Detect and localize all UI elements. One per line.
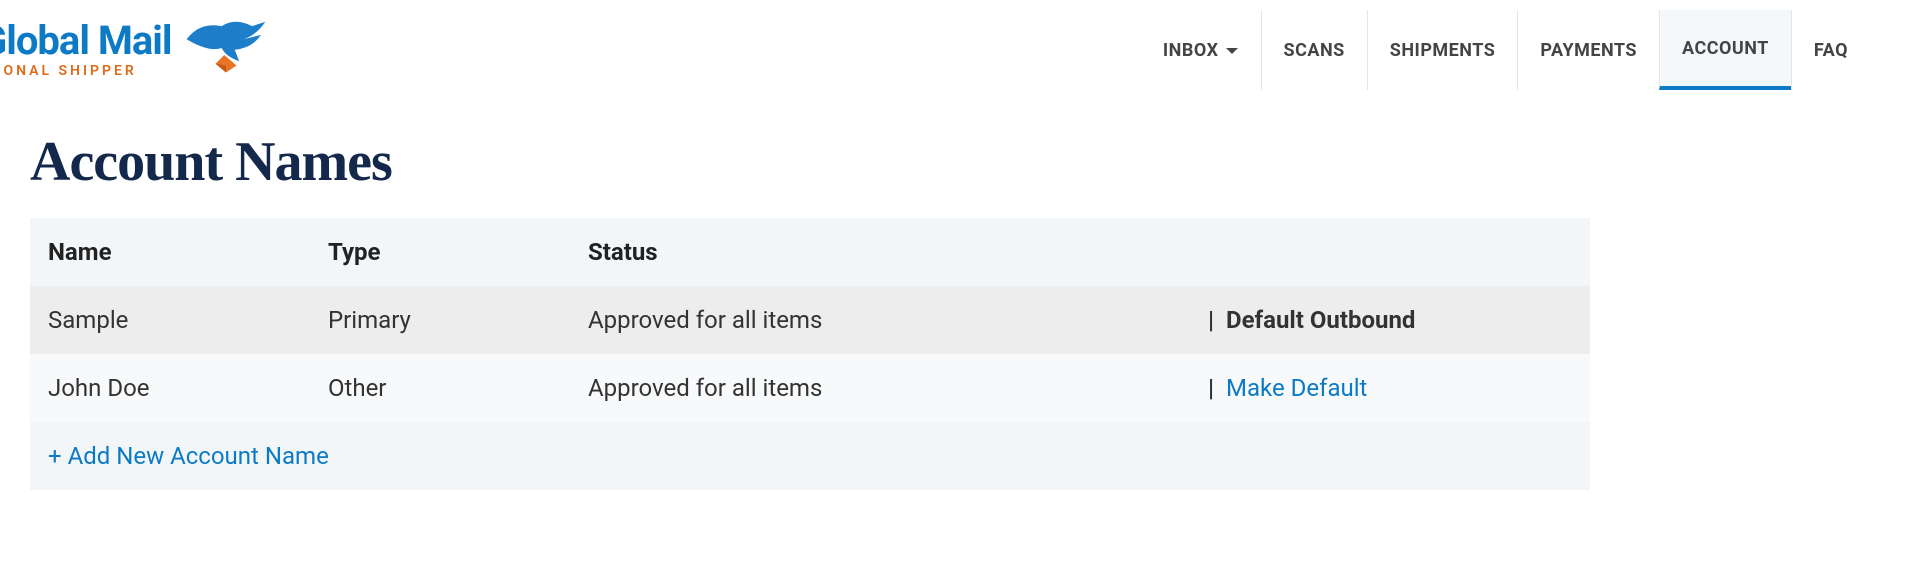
table-row: Sample Primary Approved for all items | … (30, 286, 1590, 354)
add-account-name-link[interactable]: + Add New Account Name (48, 442, 329, 470)
nav-account[interactable]: ACCOUNT (1659, 10, 1791, 90)
table-header-row: Name Type Status (30, 218, 1590, 286)
main-nav: INBOX SCANS SHIPMENTS PAYMENTS ACCOUNT F… (1141, 10, 1870, 90)
brand-name: Global Mail (0, 21, 171, 61)
page-title: Account Names (30, 130, 1920, 194)
bird-icon (181, 13, 271, 87)
cell-action: | Make Default (1208, 374, 1572, 402)
col-header-status: Status (588, 238, 1208, 266)
cell-status: Approved for all items (588, 374, 1208, 402)
pipe-separator: | (1208, 374, 1214, 402)
cell-name: Sample (48, 306, 328, 334)
nav-shipments[interactable]: SHIPMENTS (1367, 10, 1518, 90)
col-header-type: Type (328, 238, 588, 266)
topbar: Global Mail RSONAL SHIPPER INBOX SCANS S… (0, 0, 1920, 90)
chevron-down-icon (1225, 40, 1239, 61)
brand-tagline: RSONAL SHIPPER (0, 63, 171, 79)
nav-inbox[interactable]: INBOX (1141, 10, 1261, 90)
make-default-link[interactable]: Make Default (1226, 374, 1367, 402)
default-outbound-label: Default Outbound (1226, 306, 1415, 334)
nav-scans[interactable]: SCANS (1261, 10, 1367, 90)
nav-faq[interactable]: FAQ (1791, 10, 1870, 90)
table-row: John Doe Other Approved for all items | … (30, 354, 1590, 422)
add-account-row: + Add New Account Name (30, 422, 1590, 490)
nav-shipments-label: SHIPMENTS (1390, 40, 1496, 61)
main-content: Account Names Name Type Status Sample Pr… (0, 90, 1920, 490)
nav-scans-label: SCANS (1284, 40, 1345, 61)
brand-text: Global Mail RSONAL SHIPPER (0, 21, 171, 79)
nav-faq-label: FAQ (1814, 40, 1848, 61)
cell-type: Primary (328, 306, 588, 334)
cell-type: Other (328, 374, 588, 402)
cell-status: Approved for all items (588, 306, 1208, 334)
col-header-name: Name (48, 238, 328, 266)
cell-name: John Doe (48, 374, 328, 402)
nav-inbox-label: INBOX (1163, 40, 1219, 61)
nav-payments[interactable]: PAYMENTS (1517, 10, 1659, 90)
cell-action: | Default Outbound (1208, 306, 1572, 334)
brand-logo[interactable]: Global Mail RSONAL SHIPPER (0, 13, 271, 87)
account-names-table: Name Type Status Sample Primary Approved… (30, 218, 1590, 490)
pipe-separator: | (1208, 306, 1214, 334)
nav-account-label: ACCOUNT (1682, 38, 1769, 59)
nav-payments-label: PAYMENTS (1540, 40, 1637, 61)
